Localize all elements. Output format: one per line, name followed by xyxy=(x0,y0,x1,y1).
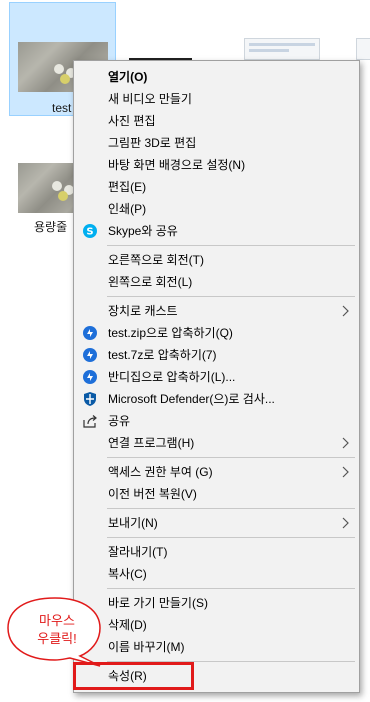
menu-item-g3-0[interactable]: 액세스 권한 부여 (G) xyxy=(74,461,359,483)
share-icon xyxy=(82,413,98,429)
menu-item-label: 왼쪽으로 회전(L) xyxy=(108,275,193,289)
menu-item-label: 인쇄(P) xyxy=(108,202,147,216)
callout-line-2: 우클릭! xyxy=(37,631,77,646)
menu-item-g1-1[interactable]: 왼쪽으로 회전(L) xyxy=(74,271,359,293)
menu-item-g0-1[interactable]: 새 비디오 만들기 xyxy=(74,88,359,110)
menu-item-label: 연결 프로그램(H) xyxy=(108,436,195,450)
menu-item-label: test.7z로 압축하기(7) xyxy=(108,348,217,362)
callout-text: 마우스 우클릭! xyxy=(22,612,92,648)
menu-item-g5-1[interactable]: 복사(C) xyxy=(74,563,359,585)
menu-item-label: 편집(E) xyxy=(108,180,147,194)
menu-separator xyxy=(107,537,355,538)
menu-separator xyxy=(107,508,355,509)
menu-item-label: 이전 버전 복원(V) xyxy=(108,487,197,501)
menu-item-g0-3[interactable]: 그림판 3D로 편집 xyxy=(74,132,359,154)
menu-item-label: test.zip으로 압축하기(Q) xyxy=(108,326,233,340)
menu-separator xyxy=(107,296,355,297)
menu-item-label: 반디집으로 압축하기(L)... xyxy=(108,370,236,384)
menu-item-g0-0[interactable]: 열기(O) xyxy=(74,66,359,88)
menu-item-g0-4[interactable]: 바탕 화면 배경으로 설정(N) xyxy=(74,154,359,176)
menu-item-g3-1[interactable]: 이전 버전 복원(V) xyxy=(74,483,359,505)
menu-item-label: 이름 바꾸기(M) xyxy=(108,640,185,654)
bandizip-icon xyxy=(82,369,98,385)
svg-text:S: S xyxy=(86,227,93,238)
chevron-right-icon xyxy=(342,517,349,529)
menu-item-label: Skype와 공유 xyxy=(108,224,178,238)
menu-item-g6-0[interactable]: 바로 가기 만들기(S) xyxy=(74,592,359,614)
file-thumbnail-document[interactable] xyxy=(244,38,320,60)
menu-item-g2-3[interactable]: 반디집으로 압축하기(L)... xyxy=(74,366,359,388)
menu-item-label: Microsoft Defender(으)로 검사... xyxy=(108,392,275,406)
menu-separator xyxy=(107,457,355,458)
properties-highlight-box xyxy=(73,662,194,690)
menu-item-label: 그림판 3D로 편집 xyxy=(108,136,197,150)
file-thumbnail-document-2[interactable] xyxy=(356,38,370,60)
context-menu: 열기(O) 새 비디오 만들기사진 편집그림판 3D로 편집바탕 화면 배경으로 … xyxy=(73,60,360,693)
menu-separator xyxy=(107,588,355,589)
menu-item-g2-0[interactable]: 장치로 캐스트 xyxy=(74,300,359,322)
menu-item-g6-1[interactable]: 삭제(D) xyxy=(74,614,359,636)
chevron-right-icon xyxy=(342,466,349,478)
menu-item-label: 새 비디오 만들기 xyxy=(108,92,192,106)
menu-item-g2-4[interactable]: Microsoft Defender(으)로 검사... xyxy=(74,388,359,410)
menu-item-label: 오른쪽으로 회전(T) xyxy=(108,253,204,267)
menu-item-g4-0[interactable]: 보내기(N) xyxy=(74,512,359,534)
menu-separator xyxy=(107,245,355,246)
file-label-yongryang[interactable]: 용량줄 xyxy=(34,218,67,235)
menu-item-g5-0[interactable]: 잘라내기(T) xyxy=(74,541,359,563)
menu-item-label: 바탕 화면 배경으로 설정(N) xyxy=(108,158,246,172)
menu-item-label: 공유 xyxy=(108,414,131,428)
bandizip-icon xyxy=(82,325,98,341)
menu-item-label: 보내기(N) xyxy=(108,516,158,530)
bandizip-icon xyxy=(82,347,98,363)
menu-item-g0-5[interactable]: 편집(E) xyxy=(74,176,359,198)
menu-item-g2-2[interactable]: test.7z로 압축하기(7) xyxy=(74,344,359,366)
menu-item-label: 복사(C) xyxy=(108,567,147,581)
menu-item-g0-2[interactable]: 사진 편집 xyxy=(74,110,359,132)
menu-item-g0-7[interactable]: S Skype와 공유 xyxy=(74,220,359,242)
menu-item-label: 장치로 캐스트 xyxy=(108,304,178,318)
menu-item-g2-1[interactable]: test.zip으로 압축하기(Q) xyxy=(74,322,359,344)
chevron-right-icon xyxy=(342,437,349,449)
defender-shield-icon xyxy=(82,391,98,407)
menu-item-label: 잘라내기(T) xyxy=(108,545,168,559)
menu-item-g6-2[interactable]: 이름 바꾸기(M) xyxy=(74,636,359,658)
file-label-test[interactable]: test xyxy=(52,101,71,115)
menu-item-g2-5[interactable]: 공유 xyxy=(74,410,359,432)
chevron-right-icon xyxy=(342,305,349,317)
skype-icon: S xyxy=(82,223,98,239)
callout-line-1: 마우스 xyxy=(39,613,75,628)
menu-item-g2-6[interactable]: 연결 프로그램(H) xyxy=(74,432,359,454)
menu-item-label: 액세스 권한 부여 (G) xyxy=(108,465,213,479)
menu-item-label: 사진 편집 xyxy=(108,114,156,128)
menu-item-label: 삭제(D) xyxy=(108,618,147,632)
menu-item-g0-6[interactable]: 인쇄(P) xyxy=(74,198,359,220)
menu-item-label: 열기(O) xyxy=(108,70,148,84)
menu-item-g1-0[interactable]: 오른쪽으로 회전(T) xyxy=(74,249,359,271)
menu-item-label: 바로 가기 만들기(S) xyxy=(108,596,208,610)
